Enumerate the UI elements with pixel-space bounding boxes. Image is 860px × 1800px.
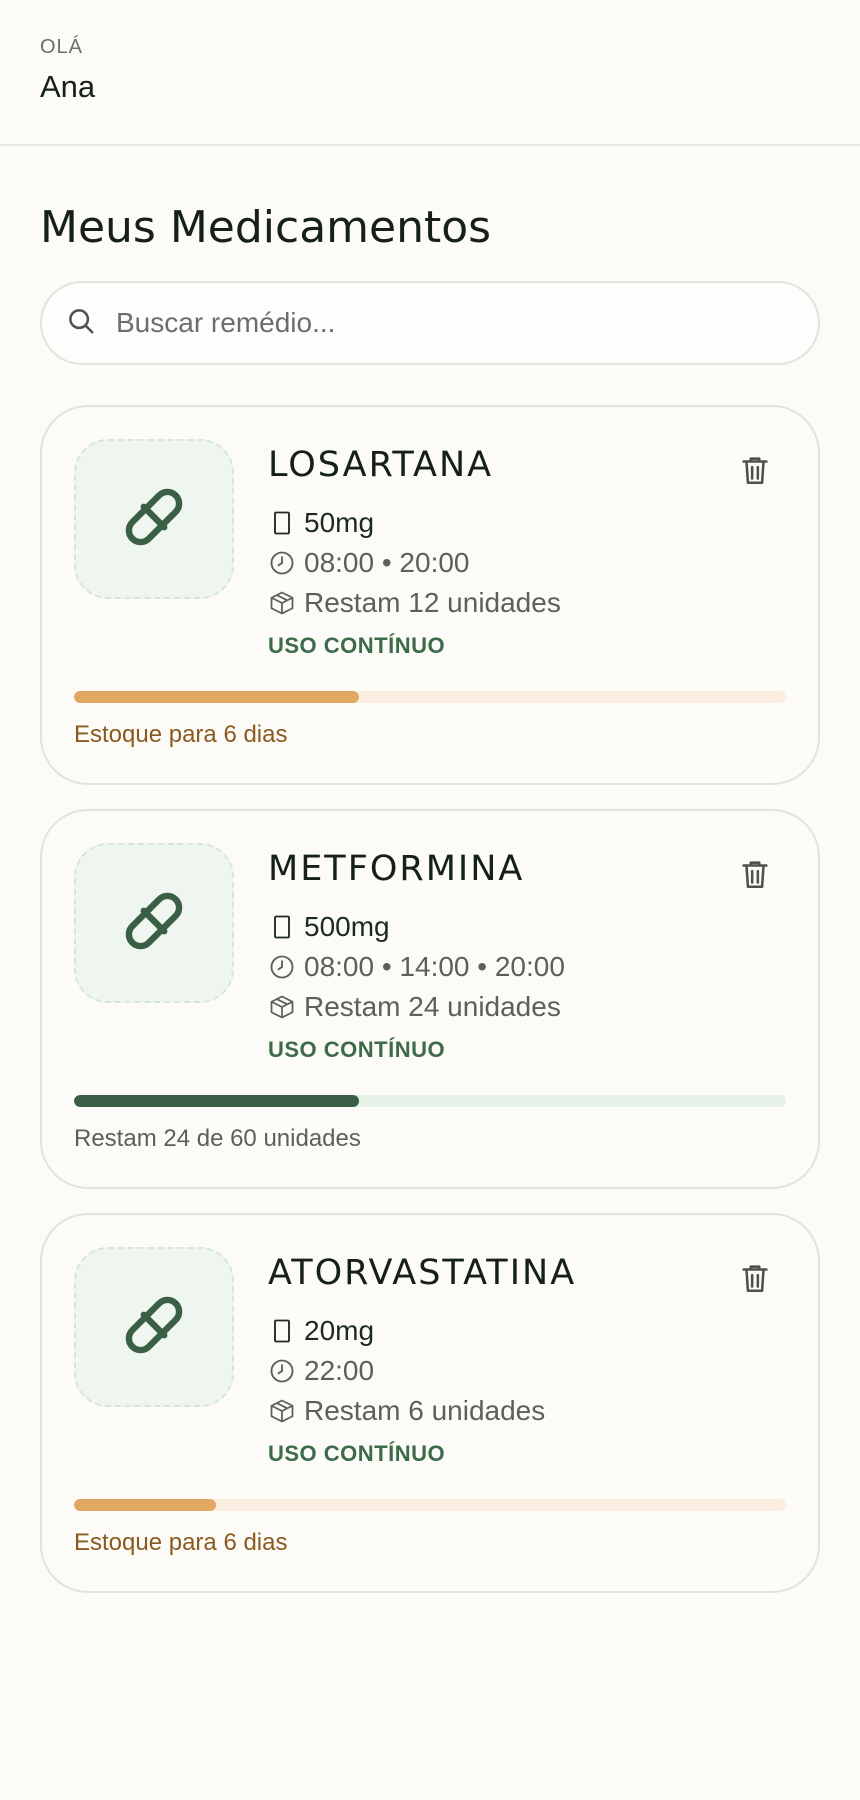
stock-progress-bar (74, 1499, 786, 1511)
medication-name: ATORVASTATINA (268, 1253, 577, 1293)
box-icon (268, 993, 296, 1021)
medication-thumbnail (74, 439, 234, 599)
usage-tag: USO CONTÍNUO (268, 1441, 446, 1466)
search-icon (66, 306, 96, 341)
dose-text: 500mg (304, 911, 390, 942)
clock-icon (268, 1357, 296, 1385)
medication-card[interactable]: ATORVASTATINA 20mg 22:00 Restam 6 unidad… (40, 1213, 820, 1593)
stock-label: Estoque para 6 dias (74, 1529, 288, 1556)
schedule-text: 08:00 • 14:00 • 20:00 (304, 951, 565, 982)
medication-thumbnail (74, 843, 234, 1003)
pill-icon (119, 886, 189, 961)
stock-label: Restam 24 de 60 unidades (74, 1125, 361, 1152)
pill-icon (119, 482, 189, 557)
medication-thumbnail (74, 1247, 234, 1407)
dose-icon (268, 913, 296, 941)
medication-card[interactable]: METFORMINA 500mg 08:00 • 14:00 • 20:00 R… (40, 809, 820, 1189)
clock-icon (268, 953, 296, 981)
dose-row: 20mg (268, 1315, 718, 1347)
dose-icon (268, 509, 296, 537)
medication-name: LOSARTANA (268, 445, 494, 485)
medication-name: METFORMINA (268, 849, 525, 889)
remaining-row: Restam 24 unidades (268, 991, 718, 1023)
schedule-row: 08:00 • 20:00 (268, 547, 718, 579)
remaining-text: Restam 12 unidades (304, 587, 561, 618)
usage-tag: USO CONTÍNUO (268, 1037, 446, 1062)
dose-text: 20mg (304, 1315, 375, 1346)
remaining-text: Restam 24 unidades (304, 991, 561, 1022)
medication-card[interactable]: LOSARTANA 50mg 08:00 • 20:00 Restam 12 u… (40, 405, 820, 785)
pill-icon (119, 1290, 189, 1365)
box-icon (268, 589, 296, 617)
user-name: Ana (40, 69, 96, 104)
schedule-row: 22:00 (268, 1355, 718, 1387)
schedule-row: 08:00 • 14:00 • 20:00 (268, 951, 718, 983)
search-bar[interactable] (40, 281, 820, 365)
stock-label: Estoque para 6 dias (74, 721, 288, 748)
dose-text: 50mg (304, 507, 375, 538)
remaining-row: Restam 6 unidades (268, 1395, 718, 1427)
usage-tag: USO CONTÍNUO (268, 633, 446, 658)
dose-row: 500mg (268, 911, 718, 943)
medication-list: LOSARTANA 50mg 08:00 • 20:00 Restam 12 u… (40, 405, 820, 1593)
box-icon (268, 1397, 296, 1425)
stock-progress-bar (74, 1095, 786, 1107)
stock-progress-fill (74, 1499, 217, 1511)
dose-row: 50mg (268, 507, 718, 539)
clock-icon (268, 549, 296, 577)
trash-icon[interactable] (738, 1261, 772, 1295)
page-title: Meus Medicamentos (40, 202, 492, 253)
schedule-text: 08:00 • 20:00 (304, 547, 470, 578)
trash-icon[interactable] (738, 453, 772, 487)
stock-progress-fill (74, 1095, 359, 1107)
remaining-row: Restam 12 unidades (268, 587, 718, 619)
search-input[interactable] (114, 306, 794, 340)
dose-icon (268, 1317, 296, 1345)
schedule-text: 22:00 (304, 1355, 375, 1386)
remaining-text: Restam 6 unidades (304, 1395, 546, 1426)
greeting: OLÁ (40, 36, 84, 58)
trash-icon[interactable] (738, 857, 772, 891)
stock-progress-bar (74, 691, 786, 703)
app-header: OLÁ Ana (0, 0, 860, 146)
stock-progress-fill (74, 691, 359, 703)
